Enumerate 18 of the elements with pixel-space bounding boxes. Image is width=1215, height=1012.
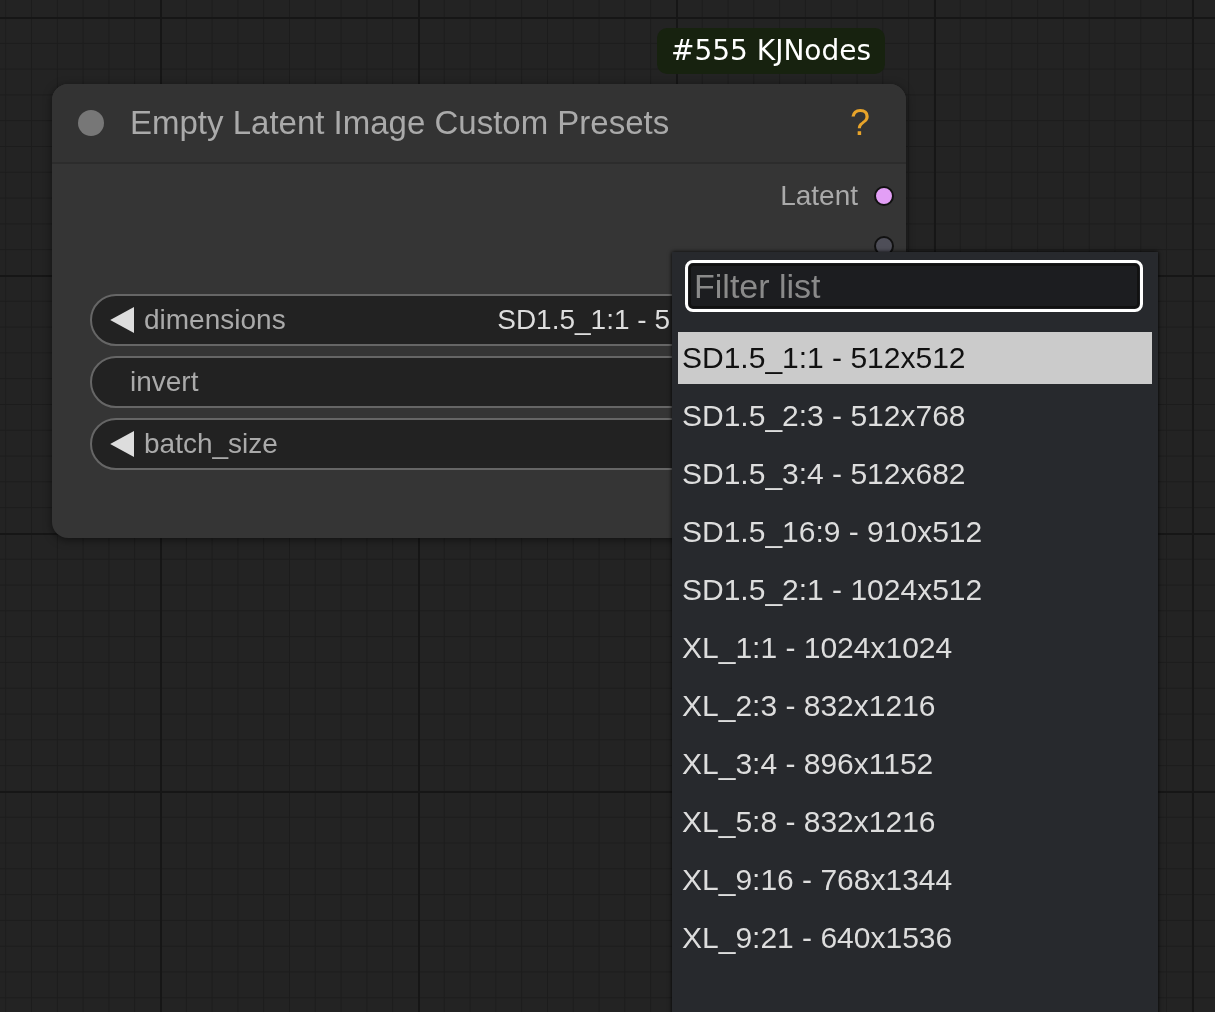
- node-badge: #555 KJNodes: [657, 28, 886, 74]
- output-slot-icon[interactable]: [874, 186, 894, 206]
- dropdown-item[interactable]: XL_3:4 - 896x1152: [678, 738, 1152, 790]
- output-label: Latent: [780, 180, 858, 212]
- dropdown-item[interactable]: SD1.5_16:9 - 910x512: [678, 506, 1152, 558]
- dropdown-item[interactable]: SD1.5_2:1 - 1024x512: [678, 564, 1152, 616]
- node-title: Empty Latent Image Custom Presets: [130, 104, 671, 142]
- left-arrow-icon[interactable]: [108, 307, 134, 333]
- collapse-dot-icon[interactable]: [78, 110, 104, 136]
- dropdown-item[interactable]: XL_5:8 - 832x1216: [678, 796, 1152, 848]
- help-link[interactable]: ?: [849, 102, 870, 144]
- dropdown-item[interactable]: XL_9:21 - 640x1536: [678, 912, 1152, 964]
- dropdown-item[interactable]: XL_9:16 - 768x1344: [678, 854, 1152, 906]
- filter-field[interactable]: Filter list: [685, 260, 1143, 312]
- dropdown-item[interactable]: XL_1:1 - 1024x1024: [678, 622, 1152, 674]
- left-arrow-icon[interactable]: [108, 431, 134, 457]
- dropdown-item[interactable]: SD1.5_1:1 - 512x512: [678, 332, 1152, 384]
- dropdown-item[interactable]: XL_2:3 - 832x1216: [678, 680, 1152, 732]
